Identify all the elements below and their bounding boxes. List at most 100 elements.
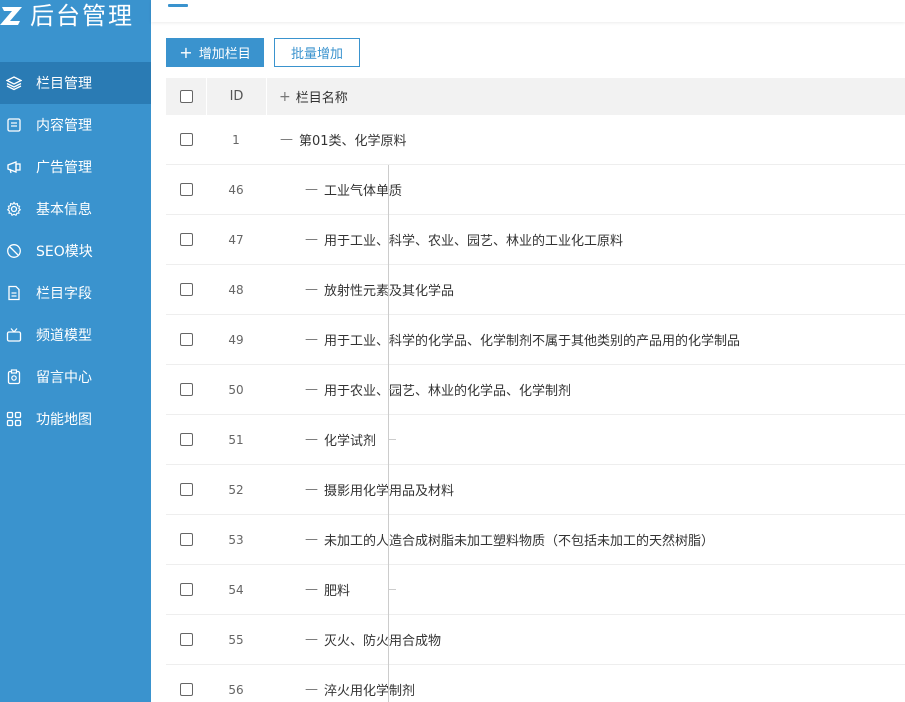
row-name[interactable]: 用于工业、科学、农业、园艺、林业的工业化工原料: [324, 230, 623, 249]
row-checkbox[interactable]: [179, 633, 193, 646]
row-checkbox[interactable]: [179, 433, 193, 446]
tree-connector-branch: [388, 439, 396, 440]
row-checkbox[interactable]: [179, 283, 193, 296]
sidebar-item-column-management[interactable]: 栏目管理: [0, 62, 151, 104]
row-name-cell: — 用于工业、科学的化学品、化学制剂不属于其他类别的产品用的化学制品: [266, 315, 905, 365]
table-row[interactable]: 52 — 摄影用化学用品及材料: [166, 465, 905, 515]
tree-dash: —: [280, 132, 293, 147]
table-row[interactable]: 54 — 肥料: [166, 565, 905, 615]
row-name-cell: — 用于工业、科学、农业、园艺、林业的工业化工原料: [266, 215, 905, 265]
table-row[interactable]: 50 — 用于农业、园艺、林业的化学品、化学制剂: [166, 365, 905, 415]
row-checkbox[interactable]: [179, 683, 193, 696]
tree-connector-line: [388, 615, 389, 665]
row-checkbox[interactable]: [179, 133, 193, 146]
table-row[interactable]: 55 — 灭火、防火用合成物: [166, 615, 905, 665]
document-icon: [6, 117, 22, 133]
logo-text: 后台管理: [30, 2, 134, 30]
row-checkbox[interactable]: [179, 183, 193, 196]
row-name[interactable]: 第01类、化学原料: [299, 130, 407, 149]
file-icon: [6, 285, 22, 301]
row-check-cell: [166, 583, 206, 596]
table-row[interactable]: 46 — 工业气体单质: [166, 165, 905, 215]
table-row[interactable]: 56 — 淬火用化学制剂: [166, 665, 905, 702]
sidebar-item-label: 留言中心: [36, 370, 92, 386]
expand-all-icon[interactable]: +: [279, 89, 291, 105]
row-name-cell: — 工业气体单质: [266, 165, 905, 215]
row-name-cell: — 未加工的人造合成树脂未加工塑料物质（不包括未加工的天然树脂）: [266, 515, 905, 565]
sidebar-nav: 栏目管理 内容管理 广告管理 基本信息 SEO模块 栏目字段 频道模型 留言中心…: [0, 62, 151, 440]
row-checkbox[interactable]: [179, 483, 193, 496]
ad-icon: [6, 159, 22, 175]
row-checkbox[interactable]: [179, 333, 193, 346]
row-check-cell: [166, 533, 206, 546]
sidebar-item-seo[interactable]: SEO模块: [0, 230, 151, 272]
layers-icon: [6, 75, 22, 91]
select-all-checkbox[interactable]: [179, 90, 193, 103]
row-check-cell: [166, 483, 206, 496]
sidebar-item-basic-info[interactable]: 基本信息: [0, 188, 151, 230]
add-column-label: 增加栏目: [198, 47, 251, 62]
row-name[interactable]: 化学试剂: [324, 430, 376, 449]
row-id: 47: [228, 232, 244, 247]
table-row[interactable]: 53 — 未加工的人造合成树脂未加工塑料物质（不包括未加工的天然树脂）: [166, 515, 905, 565]
row-name-wrap: — 未加工的人造合成树脂未加工塑料物质（不包括未加工的天然树脂）: [305, 530, 714, 549]
tree-dash: —: [305, 382, 318, 397]
row-id: 48: [228, 282, 244, 297]
tree-connector-branch: [388, 539, 396, 540]
row-name[interactable]: 未加工的人造合成树脂未加工塑料物质（不包括未加工的天然树脂）: [324, 530, 714, 549]
row-name[interactable]: 灭火、防火用合成物: [324, 630, 441, 649]
menu-toggle-icon[interactable]: [168, 4, 188, 7]
row-name-wrap: — 摄影用化学用品及材料: [305, 480, 454, 499]
row-name[interactable]: 肥料: [324, 580, 350, 599]
row-name-wrap: — 用于工业、科学的化学品、化学制剂不属于其他类别的产品用的化学制品: [305, 330, 740, 349]
tree-dash: —: [305, 632, 318, 647]
row-checkbox[interactable]: [179, 533, 193, 546]
row-name[interactable]: 用于农业、园艺、林业的化学品、化学制剂: [324, 380, 571, 399]
row-name-cell: — 第01类、化学原料: [266, 115, 905, 164]
sidebar-item-function-map[interactable]: 功能地图: [0, 398, 151, 440]
tree-connector-branch: [388, 339, 396, 340]
tree-connector-line: [388, 265, 389, 315]
tree-connector-line: [388, 365, 389, 415]
sidebar-item-label: 频道模型: [36, 328, 92, 344]
tree-dash: —: [305, 232, 318, 247]
tree-connector-branch: [388, 489, 396, 490]
table-row[interactable]: 49 — 用于工业、科学的化学品、化学制剂不属于其他类别的产品用的化学制品: [166, 315, 905, 365]
sidebar-item-content-management[interactable]: 内容管理: [0, 104, 151, 146]
row-name[interactable]: 淬火用化学制剂: [324, 680, 415, 699]
row-id: 46: [228, 182, 244, 197]
row-id: 51: [228, 432, 244, 447]
sidebar-item-label: 栏目字段: [36, 286, 92, 302]
row-name-cell: — 化学试剂: [266, 415, 905, 465]
table-row[interactable]: 1 — 第01类、化学原料: [166, 115, 905, 165]
row-name[interactable]: 用于工业、科学的化学品、化学制剂不属于其他类别的产品用的化学制品: [324, 330, 740, 349]
tree-connector-branch: [388, 389, 396, 390]
table-row[interactable]: 51 — 化学试剂: [166, 415, 905, 465]
sidebar-item-column-fields[interactable]: 栏目字段: [0, 272, 151, 314]
batch-add-button[interactable]: 批量增加: [274, 38, 360, 67]
sidebar-item-message-center[interactable]: 留言中心: [0, 356, 151, 398]
row-check-cell: [166, 383, 206, 396]
row-checkbox[interactable]: [179, 383, 193, 396]
seo-icon: [6, 243, 22, 259]
tree-dash: —: [305, 532, 318, 547]
row-checkbox[interactable]: [179, 233, 193, 246]
table-row[interactable]: 47 — 用于工业、科学、农业、园艺、林业的工业化工原料: [166, 215, 905, 265]
top-bar: [151, 0, 905, 22]
logo-icon: [0, 3, 26, 29]
tree-connector-branch: [388, 589, 396, 590]
row-name-wrap: — 用于农业、园艺、林业的化学品、化学制剂: [305, 380, 571, 399]
add-column-button[interactable]: + 增加栏目: [166, 38, 264, 67]
tree-dash: —: [305, 482, 318, 497]
row-name-cell: — 灭火、防火用合成物: [266, 615, 905, 665]
row-check-cell: [166, 233, 206, 246]
sidebar-item-channel-model[interactable]: 频道模型: [0, 314, 151, 356]
table-row[interactable]: 48 — 放射性元素及其化学品: [166, 265, 905, 315]
row-checkbox[interactable]: [179, 583, 193, 596]
sidebar-item-ad-management[interactable]: 广告管理: [0, 146, 151, 188]
select-all-cell: [166, 90, 206, 103]
header-name[interactable]: + 栏目名称: [266, 78, 905, 115]
row-name-cell: — 用于农业、园艺、林业的化学品、化学制剂: [266, 365, 905, 415]
header-name-label: 栏目名称: [295, 91, 348, 106]
row-id: 55: [228, 632, 244, 647]
